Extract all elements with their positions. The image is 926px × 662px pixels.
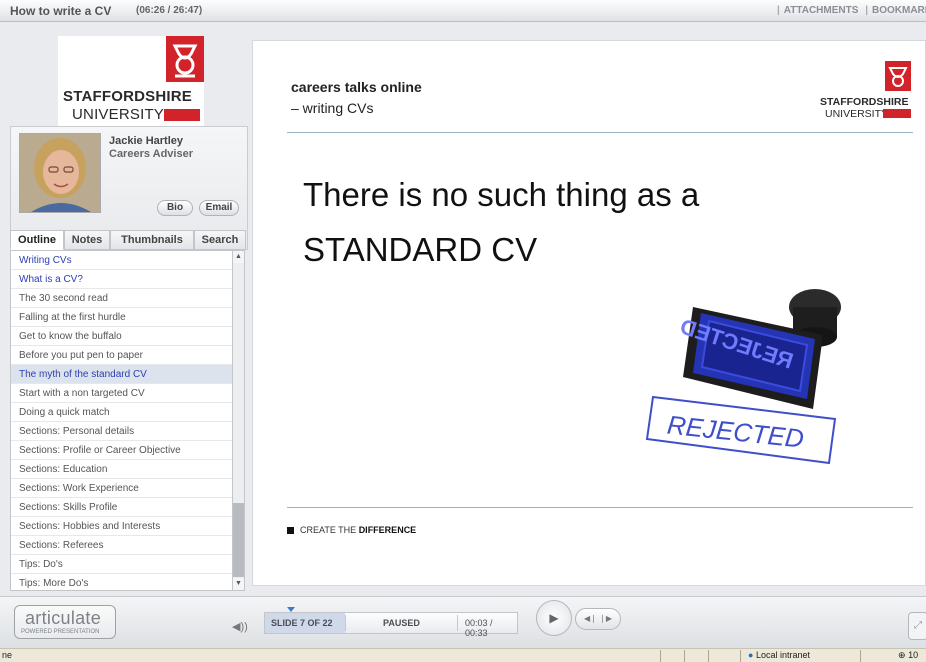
slide-rule-top (287, 132, 913, 133)
tab-outline[interactable]: Outline (10, 230, 64, 250)
logo-line1: STAFFORDSHIRE (63, 88, 192, 105)
fullscreen-button[interactable]: ⤢ (908, 612, 926, 640)
svg-text:STAFFORDSHIRE: STAFFORDSHIRE (820, 96, 908, 108)
outline-item[interactable]: Start with a non targeted CV (11, 384, 232, 403)
zoom-level[interactable]: ⊕ 10 (898, 650, 918, 661)
sidebar-tabs: Outline Notes Thumbnails Search (10, 230, 248, 250)
presenter-name: Jackie Hartley (109, 135, 183, 147)
outline-item[interactable]: Tips: Do's (11, 555, 232, 574)
outline-item[interactable]: Sections: Hobbies and Interests (11, 517, 232, 536)
outline-item[interactable]: What is a CV? (11, 270, 232, 289)
divider (708, 650, 709, 662)
bio-button[interactable]: Bio (157, 200, 193, 216)
outline-item[interactable]: Tips: More Do's (11, 574, 232, 590)
footer-prefix: CREATE THE (300, 525, 359, 535)
prev-next-icon: ◀❘ ❘▶ (584, 614, 612, 623)
stamp-ink-text: REJECTED (666, 410, 806, 454)
attachments-link[interactable]: ATTACHMENTS (784, 5, 859, 16)
brand-sub: POWERED PRESENTATION (21, 629, 100, 635)
title-bar: How to write a CV (06:26 / 26:47) | ATTAC… (0, 0, 926, 22)
expand-icon: ⤢ (914, 620, 922, 631)
outline-item[interactable]: Falling at the first hurdle (11, 308, 232, 327)
tab-notes[interactable]: Notes (64, 230, 110, 250)
outline-item[interactable]: Before you put pen to paper (11, 346, 232, 365)
svg-text:UNIVERSITY: UNIVERSITY (825, 108, 888, 120)
divider (684, 650, 685, 662)
elapsed-time: (06:26 / 26:47) (136, 5, 203, 16)
status-text: ne (2, 650, 13, 660)
slide-footer: CREATE THE DIFFERENCE (287, 525, 416, 535)
top-links: | ATTACHMENTS | BOOKMARK (773, 5, 926, 16)
zone-label: Local intranet (755, 650, 810, 660)
scroll-up-icon[interactable]: ▲ (233, 251, 244, 263)
outline-item-current[interactable]: The myth of the standard CV (11, 365, 232, 384)
divider (740, 650, 741, 662)
outline-item[interactable]: Sections: Personal details (11, 422, 232, 441)
play-icon: ▶ (549, 611, 559, 625)
avatar (19, 133, 101, 213)
logo-line2: UNIVERSITY (72, 106, 165, 123)
slide-heading: careers talks online (291, 79, 422, 95)
slide-main-line1: There is no such thing as a (303, 176, 700, 213)
bookmarks-link[interactable]: BOOKMARK (872, 5, 926, 16)
slide-canvas: careers talks online – writing CVs STAFF… (252, 40, 926, 586)
logo-accent-bar (164, 109, 200, 121)
outline-list: Writing CVs What is a CV? The 30 second … (10, 250, 232, 591)
brand-name: articulate (25, 608, 102, 628)
footer-bold: DIFFERENCE (358, 525, 417, 535)
zoom-value: 10 (908, 650, 919, 660)
tab-search[interactable]: Search (194, 230, 246, 250)
outline-item[interactable]: Get to know the buffalo (11, 327, 232, 346)
globe-icon: ● (748, 650, 754, 660)
slide-university-logo: STAFFORDSHIRE UNIVERSITY (819, 59, 915, 131)
outline-item[interactable]: Sections: Education (11, 460, 232, 479)
status-strip: SLIDE 7 OF 22 PAUSED 00:03 / 00:33 (264, 612, 518, 638)
presenter-role: Careers Adviser (109, 148, 193, 160)
outline-item[interactable]: Doing a quick match (11, 403, 232, 422)
outline-item[interactable]: Sections: Skills Profile (11, 498, 232, 517)
university-logo: STAFFORDSHIRE UNIVERSITY (58, 36, 204, 126)
scroll-down-icon[interactable]: ▼ (233, 578, 244, 590)
slide-subheading: – writing CVs (291, 100, 374, 116)
outline-item[interactable]: The 30 second read (11, 289, 232, 308)
tab-thumbnails[interactable]: Thumbnails (110, 230, 194, 250)
sidebar: STAFFORDSHIRE UNIVERSITY Jackie Hartley … (10, 30, 248, 595)
playback-state: PAUSED (383, 618, 420, 628)
outline-item[interactable]: Sections: Work Experience (11, 479, 232, 498)
prev-next-buttons[interactable]: ◀❘ ❘▶ (575, 608, 621, 630)
knot-icon (166, 36, 204, 82)
divider (457, 615, 458, 631)
email-button[interactable]: Email (199, 200, 239, 216)
volume-icon[interactable]: ◀)) (232, 620, 248, 633)
square-bullet-icon (287, 527, 294, 534)
presentation-title: How to write a CV (10, 4, 112, 18)
play-button[interactable]: ▶ (536, 600, 572, 636)
zoom-icon: ⊕ (898, 650, 906, 660)
outline-item[interactable]: Sections: Referees (11, 536, 232, 555)
outline-item[interactable]: Sections: Profile or Career Objective (11, 441, 232, 460)
divider (860, 650, 861, 662)
slide-counter: SLIDE 7 OF 22 (271, 618, 333, 628)
slide-rule-bottom (287, 507, 913, 508)
outline-item[interactable]: Writing CVs (11, 251, 232, 270)
divider (345, 615, 346, 631)
divider (660, 650, 661, 662)
browser-status-bar: ne ● Local intranet ⊕ 10 (0, 648, 926, 662)
security-zone: ● Local intranet (748, 650, 810, 660)
slide-time: 00:03 / 00:33 (465, 618, 493, 638)
articulate-logo: articulate POWERED PRESENTATION (14, 605, 116, 639)
slide-main-line2: STANDARD CV (303, 231, 538, 268)
rejected-stamp-image: REJECTED REJECTED (609, 259, 869, 485)
outline-scrollbar[interactable]: ▲ ▼ (232, 250, 245, 591)
scroll-thumb[interactable] (233, 503, 244, 577)
